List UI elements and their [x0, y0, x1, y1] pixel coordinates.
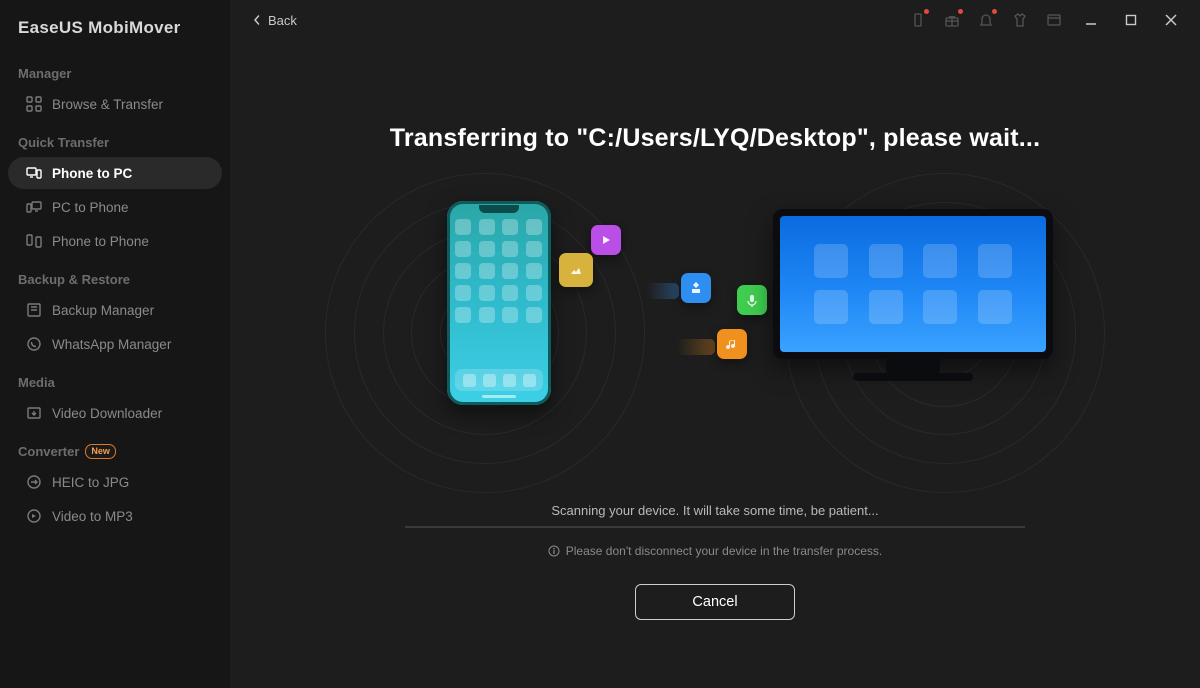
section-label-text: Converter: [18, 444, 79, 459]
content: Transferring to "C:/Users/LYQ/Desktop", …: [230, 40, 1200, 688]
motion-trail: [647, 283, 679, 299]
titlebar-icons: [908, 7, 1190, 33]
monitor-graphic: [773, 209, 1053, 385]
section-label-manager: Manager: [0, 52, 230, 87]
sidebar-item-label: PC to Phone: [52, 200, 129, 215]
sidebar-item-label: WhatsApp Manager: [52, 337, 171, 352]
sidebar-item-backup-manager[interactable]: Backup Manager: [8, 294, 222, 326]
chevron-left-icon: [252, 15, 262, 25]
sidebar-item-heic-to-jpg[interactable]: HEIC to JPG: [8, 466, 222, 498]
hint-row: Please don't disconnect your device in t…: [405, 528, 1025, 558]
sidebar-item-phone-to-phone[interactable]: Phone to Phone: [8, 225, 222, 257]
phone-graphic: [447, 201, 551, 405]
menu-icon[interactable]: [1044, 10, 1064, 30]
image-convert-icon: [26, 474, 42, 490]
backup-icon: [26, 302, 42, 318]
app-title: EaseUS MobiMover: [0, 18, 230, 52]
voice-chip-icon: [737, 285, 767, 315]
titlebar: Back: [230, 0, 1200, 40]
sidebar-item-label: Backup Manager: [52, 303, 154, 318]
sidebar-item-whatsapp-manager[interactable]: WhatsApp Manager: [8, 328, 222, 360]
gift-icon[interactable]: [942, 10, 962, 30]
sidebar: EaseUS MobiMover Manager Browse & Transf…: [0, 0, 230, 688]
phone-to-phone-icon: [26, 233, 42, 249]
grid-icon: [26, 96, 42, 112]
new-badge: New: [85, 444, 116, 459]
section-label-backup-restore: Backup & Restore: [0, 258, 230, 293]
sidebar-item-browse-transfer[interactable]: Browse & Transfer: [8, 88, 222, 120]
hint-text: Please don't disconnect your device in t…: [566, 544, 882, 558]
sidebar-item-phone-to-pc[interactable]: Phone to PC: [8, 157, 222, 189]
sidebar-item-label: Phone to Phone: [52, 234, 149, 249]
sidebar-item-label: Video Downloader: [52, 406, 162, 421]
info-icon: [548, 545, 560, 557]
sidebar-item-label: Video to MP3: [52, 509, 133, 524]
pc-to-phone-icon: [26, 199, 42, 215]
phone-to-pc-icon: [26, 165, 42, 181]
bell-icon[interactable]: [976, 10, 996, 30]
music-chip-icon: [717, 329, 747, 359]
sidebar-item-video-to-mp3[interactable]: Video to MP3: [8, 500, 222, 532]
main-panel: Back: [230, 0, 1200, 688]
status-block: Scanning your device. It will take some …: [405, 503, 1025, 558]
window-minimize-button[interactable]: [1078, 7, 1104, 33]
audio-convert-icon: [26, 508, 42, 524]
video-chip-icon: [591, 225, 621, 255]
shirt-icon[interactable]: [1010, 10, 1030, 30]
section-label-media: Media: [0, 361, 230, 396]
page-heading: Transferring to "C:/Users/LYQ/Desktop", …: [390, 124, 1040, 153]
window-maximize-button[interactable]: [1118, 7, 1144, 33]
back-label: Back: [268, 13, 297, 28]
sidebar-item-pc-to-phone[interactable]: PC to Phone: [8, 191, 222, 223]
transfer-illustration: [365, 193, 1065, 483]
app-chip-icon: [681, 273, 711, 303]
section-label-quick-transfer: Quick Transfer: [0, 121, 230, 156]
status-text: Scanning your device. It will take some …: [405, 503, 1025, 526]
section-label-converter: Converter New: [0, 430, 230, 465]
download-icon: [26, 405, 42, 421]
sidebar-item-label: Browse & Transfer: [52, 97, 163, 112]
motion-trail: [677, 339, 715, 355]
phone-status-icon[interactable]: [908, 10, 928, 30]
cancel-button[interactable]: Cancel: [635, 584, 795, 620]
photo-chip-icon: [559, 253, 593, 287]
sidebar-item-video-downloader[interactable]: Video Downloader: [8, 397, 222, 429]
window-close-button[interactable]: [1158, 7, 1184, 33]
back-button[interactable]: Back: [246, 9, 303, 32]
sidebar-item-label: HEIC to JPG: [52, 475, 129, 490]
sidebar-item-label: Phone to PC: [52, 166, 132, 181]
whatsapp-icon: [26, 336, 42, 352]
